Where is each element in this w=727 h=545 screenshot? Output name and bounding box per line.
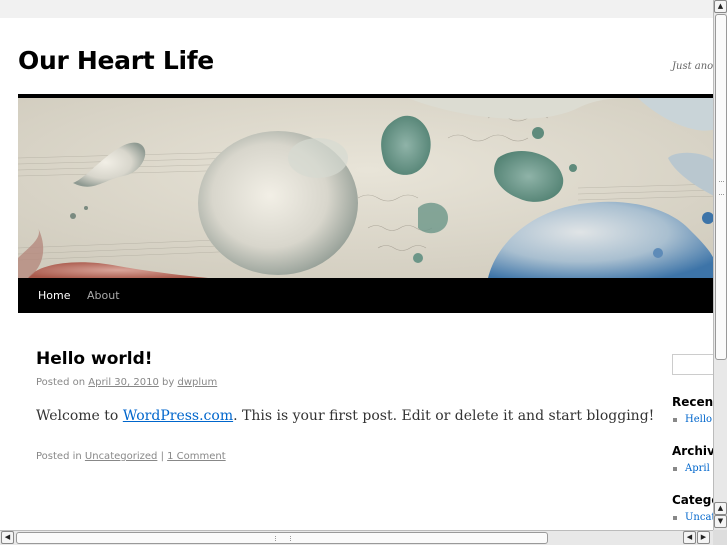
content-prefix: Welcome to — [36, 408, 119, 424]
post-meta-by: by — [162, 377, 175, 388]
archive-item[interactable]: April — [673, 463, 710, 474]
scrollbar-corner — [713, 530, 727, 545]
horizontal-scroll-thumb[interactable] — [16, 532, 548, 544]
vertical-scrollbar[interactable]: ▲ ▲ ▼ — [713, 0, 727, 530]
post-meta-prefix: Posted on — [36, 377, 86, 388]
grip-icon — [719, 181, 724, 195]
nav-item-about[interactable]: About — [87, 278, 120, 313]
scroll-up-arrow-icon[interactable]: ▲ — [714, 0, 727, 13]
vertical-scroll-thumb[interactable] — [715, 14, 727, 360]
post-title[interactable]: Hello world! — [36, 349, 153, 369]
nav-item-home[interactable]: Home — [38, 278, 70, 313]
main-navigation: Home About — [18, 278, 713, 313]
comments-link[interactable]: 1 Comment — [167, 451, 226, 462]
horizontal-scrollbar[interactable]: ◀ ◀ ▶ — [0, 530, 713, 545]
wordpress-link[interactable]: WordPress.com — [123, 408, 233, 424]
scroll-left-arrow-icon[interactable]: ◀ — [1, 531, 14, 544]
archives-title: Archiv — [672, 444, 713, 458]
search-input[interactable] — [672, 354, 713, 375]
bullet-icon — [673, 515, 677, 520]
bullet-icon — [673, 417, 677, 422]
post-content: Welcome to WordPress.com. This is your f… — [36, 408, 654, 424]
site-title[interactable]: Our Heart Life — [18, 46, 214, 75]
footer-separator: | — [160, 451, 164, 462]
scroll-right-arrow-icon[interactable]: ▶ — [697, 531, 710, 544]
scroll-down-arrow-icon[interactable]: ▼ — [714, 515, 727, 528]
post-footer: Posted in Uncategorized | 1 Comment — [36, 451, 226, 462]
scroll-left-arrow-right-icon[interactable]: ◀ — [683, 531, 696, 544]
post-meta: Posted on April 30, 2010 by dwplum — [36, 377, 217, 388]
header-image — [18, 98, 713, 278]
grip-icon — [275, 536, 291, 541]
content-suffix: . This is your first post. Edit or delet… — [233, 408, 655, 424]
bullet-icon — [673, 466, 677, 471]
footer-prefix: Posted in — [36, 451, 82, 462]
site-description: Just ano — [672, 61, 713, 72]
category-item[interactable]: Uncat — [673, 512, 713, 523]
scroll-up-arrow-lower-icon[interactable]: ▲ — [714, 502, 727, 515]
recent-post-item[interactable]: Hello — [673, 414, 712, 425]
post-date-link[interactable]: April 30, 2010 — [88, 377, 159, 388]
category-link[interactable]: Uncategorized — [85, 451, 157, 462]
recent-posts-title: Recen — [672, 395, 713, 409]
post-author-link[interactable]: dwplum — [177, 377, 217, 388]
page-wrapper: Our Heart Life Just ano Home About Hello… — [0, 18, 713, 530]
categories-title: Catego — [672, 493, 713, 507]
